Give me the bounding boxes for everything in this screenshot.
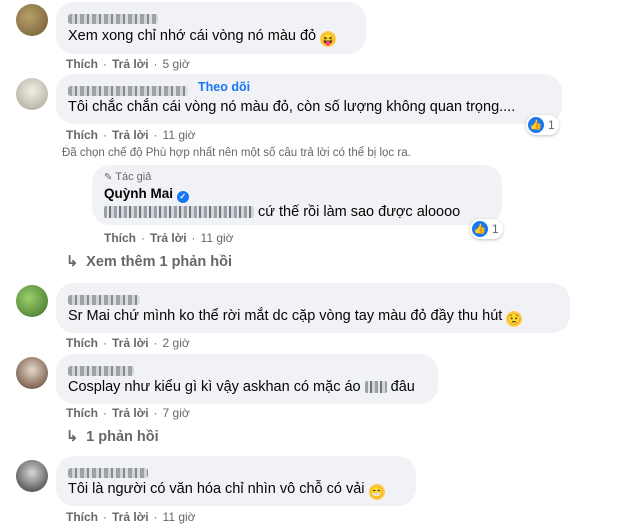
comment-author-name[interactable]: [68, 464, 148, 482]
comment-actions: Thích · Trả lời · 7 giờ: [66, 406, 190, 420]
reply-time[interactable]: 11 giờ: [201, 231, 234, 245]
reply-bubble: ✎ Tác giả Quỳnh Mai ✓ cứ thế rồi làm sao…: [92, 165, 502, 225]
view-more-replies-link[interactable]: ↳ Xem thêm 1 phản hồi: [66, 254, 232, 270]
author-badge: Tác giả: [115, 171, 152, 183]
avatar[interactable]: [16, 460, 48, 492]
avatar[interactable]: [16, 357, 48, 389]
comment-bubble: Xem xong chỉ nhớ cái vòng nó màu đỏ 😝: [56, 2, 366, 54]
reaction-count[interactable]: 👍 1: [470, 219, 503, 239]
comment-author-name[interactable]: [68, 10, 158, 28]
comment-text: Cosplay như kiểu gì kì vậy askhan có mặc…: [68, 379, 361, 395]
comment-author-name[interactable]: [68, 82, 188, 100]
reply-text: cứ thế rồi làm sao được aloooo: [258, 204, 461, 220]
avatar[interactable]: [16, 4, 48, 36]
comment-bubble: Theo dõi Tôi chắc chắn cái vòng nó màu đ…: [56, 74, 562, 124]
reply-button[interactable]: Trả lời: [112, 336, 149, 350]
worried-face-emoji: 😟: [506, 311, 523, 327]
reply-button[interactable]: Trả lời: [150, 231, 187, 245]
avatar[interactable]: [16, 285, 48, 317]
reaction-count[interactable]: 👍 1: [526, 115, 559, 135]
reply-button[interactable]: Trả lời: [112, 406, 149, 420]
like-button[interactable]: Thích: [66, 336, 98, 350]
comment-author-name[interactable]: [68, 362, 134, 380]
reply-arrow-icon: ↳: [66, 254, 79, 270]
comment-time[interactable]: 2 giờ: [163, 336, 190, 350]
filter-notice: Đã chọn chế độ Phù hợp nhất nên một số c…: [62, 147, 411, 159]
comment-bubble: Sr Mai chứ mình ko thể rời mắt dc cặp vò…: [56, 283, 570, 333]
comment-author-name[interactable]: [68, 291, 140, 309]
comment-time[interactable]: 11 giờ: [163, 128, 196, 142]
comment-actions: Thích · Trả lời · 2 giờ: [66, 336, 190, 350]
reply-button[interactable]: Trả lời: [112, 128, 149, 142]
like-button[interactable]: Thích: [104, 231, 136, 245]
like-button[interactable]: Thích: [66, 57, 98, 71]
comment-text: Tôi chắc chắn cái vòng nó màu đỏ, còn số…: [68, 99, 516, 115]
reply-button[interactable]: Trả lời: [112, 57, 149, 71]
reply-button[interactable]: Trả lời: [112, 510, 149, 524]
like-button[interactable]: Thích: [66, 128, 98, 142]
grinning-face-emoji: 😁: [368, 484, 385, 500]
comment-bubble: Cosplay như kiểu gì kì vậy askhan có mặc…: [56, 354, 438, 404]
author-badge-icon: ✎: [104, 172, 113, 183]
comment-time[interactable]: 11 giờ: [163, 510, 196, 524]
grinning-squint-tongue-emoji: 😝: [320, 31, 337, 47]
comment-actions: Thích · Trả lời · 11 giờ: [66, 128, 196, 142]
comment-bubble: Tôi là người có văn hóa chỉ nhìn vô chỗ …: [56, 456, 416, 506]
verified-badge-icon: ✓: [176, 190, 189, 203]
reply-actions: Thích · Trả lời · 11 giờ: [104, 231, 234, 245]
view-replies-link[interactable]: ↳ 1 phản hồi: [66, 429, 159, 445]
avatar[interactable]: [16, 78, 48, 110]
thumbs-up-reaction-icon: 👍: [472, 221, 488, 237]
comment-actions: Thích · Trả lời · 11 giờ: [66, 510, 196, 524]
follow-button[interactable]: Theo dõi: [198, 80, 250, 94]
comment-text: Xem xong chỉ nhớ cái vòng nó màu đỏ: [68, 28, 317, 44]
comment-time[interactable]: 7 giờ: [163, 406, 190, 420]
like-button[interactable]: Thích: [66, 406, 98, 420]
reply-author-name[interactable]: Quỳnh Mai: [104, 186, 173, 201]
comment-text-end: đâu: [390, 379, 415, 395]
like-button[interactable]: Thích: [66, 510, 98, 524]
comment-time[interactable]: 5 giờ: [163, 57, 190, 71]
comment-text: Sr Mai chứ mình ko thể rời mắt dc cặp vò…: [68, 308, 503, 324]
comment-actions: Thích · Trả lời · 5 giờ: [66, 57, 190, 71]
comment-text: Tôi là người có văn hóa chỉ nhìn vô chỗ …: [68, 481, 365, 497]
reply-arrow-icon: ↳: [66, 429, 79, 445]
thumbs-up-reaction-icon: 👍: [528, 117, 544, 133]
